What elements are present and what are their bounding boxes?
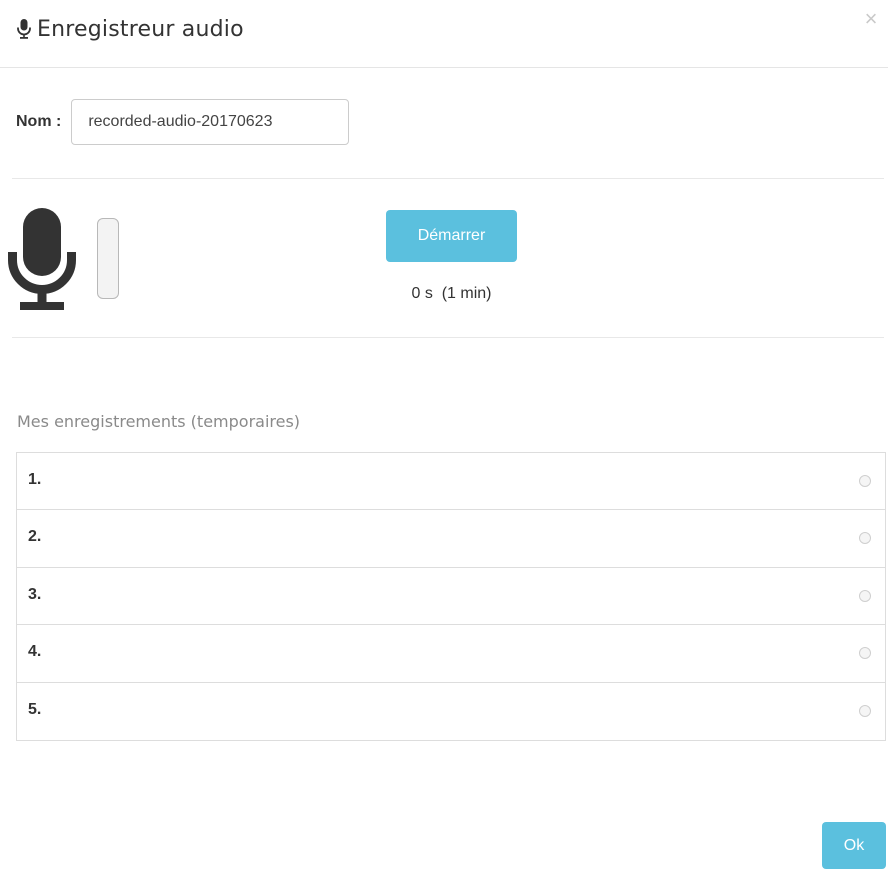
list-item[interactable]: 2. — [17, 510, 885, 568]
audio-recorder-dialog: Enregistreur audio × Nom : Démarrer 0 s … — [0, 0, 888, 869]
close-icon[interactable]: × — [860, 8, 882, 30]
start-recording-button[interactable]: Démarrer — [386, 210, 517, 262]
recordings-title: Mes enregistrements (temporaires) — [17, 412, 301, 431]
name-row: Nom : — [16, 99, 350, 145]
list-item[interactable]: 4. — [17, 625, 885, 683]
list-item[interactable]: 5. — [17, 683, 885, 740]
recording-select-radio[interactable] — [859, 475, 871, 487]
dialog-title-wrap: Enregistreur audio — [16, 14, 244, 44]
divider — [12, 178, 884, 179]
recording-name-input[interactable] — [71, 99, 350, 145]
ok-button[interactable]: Ok — [822, 822, 886, 869]
recording-select-radio[interactable] — [859, 532, 871, 545]
name-label: Nom : — [16, 113, 62, 130]
recording-number: 1. — [28, 471, 42, 488]
recording-timer: 0 s (1 min) — [411, 285, 492, 302]
recording-number: 5. — [28, 700, 42, 718]
recording-select-radio[interactable] — [859, 589, 871, 602]
recording-number: 4. — [28, 643, 42, 661]
microphone-icon — [17, 19, 31, 39]
recordings-list: 1. 2. 3. 4. 5. — [16, 452, 886, 741]
divider — [12, 337, 884, 338]
dialog-title: Enregistreur audio — [37, 16, 244, 42]
recording-select-radio[interactable] — [859, 647, 871, 660]
recording-select-radio[interactable] — [859, 704, 871, 717]
list-item[interactable]: 1. — [17, 453, 885, 511]
recording-number: 3. — [28, 585, 42, 603]
audio-level-meter — [97, 218, 119, 299]
microphone-icon — [8, 208, 76, 310]
list-item[interactable]: 3. — [17, 568, 885, 626]
dialog-header: Enregistreur audio × — [0, 0, 888, 68]
recording-number: 2. — [28, 528, 42, 546]
